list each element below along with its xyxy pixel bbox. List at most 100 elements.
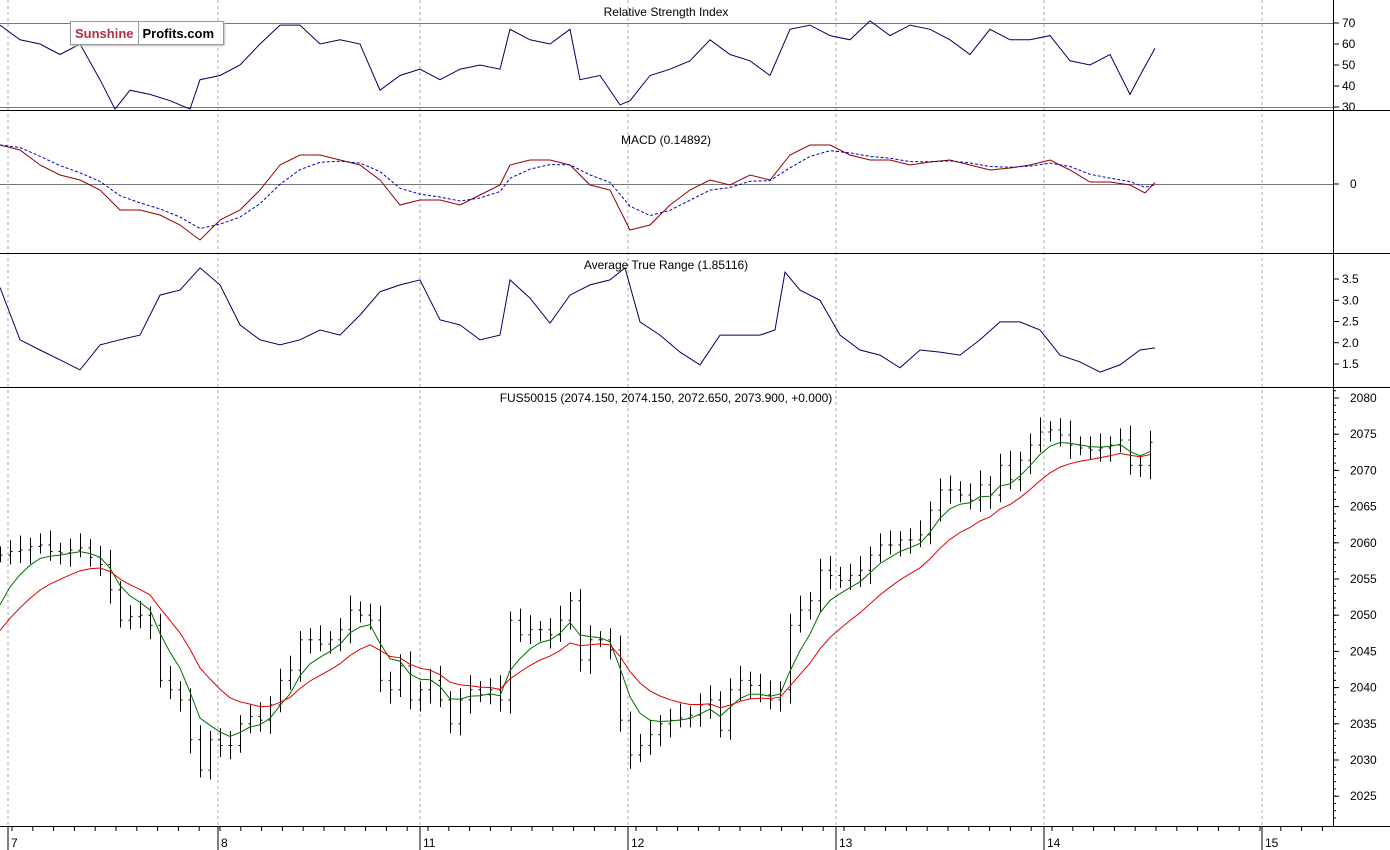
price-bar: [888, 530, 893, 555]
price-tick-label: 2055: [1350, 572, 1377, 586]
price-bar: [908, 528, 913, 554]
price-tick-label: 2075: [1350, 427, 1377, 441]
price-bar: [698, 693, 703, 727]
price-bar: [628, 711, 633, 769]
price-bar: [178, 681, 183, 712]
price-bar: [0, 546, 3, 563]
macd-signal-line: [0, 144, 1156, 230]
macd-title: MACD (0.14892): [621, 133, 711, 147]
price-bar: [458, 688, 463, 736]
price-bar: [998, 453, 1003, 503]
price-tick-label: 2060: [1350, 536, 1377, 550]
price-tick-label: 2030: [1350, 753, 1377, 767]
price-bar: [678, 703, 683, 728]
price-bar: [828, 555, 833, 590]
price-bar: [1088, 436, 1093, 460]
price-bar: [528, 615, 533, 645]
price-tick-label: 2050: [1350, 608, 1377, 622]
price-bar: [348, 595, 353, 644]
price-bar: [358, 601, 363, 623]
rsi-tick-label: 30: [1342, 100, 1356, 114]
price-tick-label: 2080: [1350, 391, 1377, 405]
price-bar: [808, 592, 813, 620]
price-bar: [928, 501, 933, 545]
price-bar: [1068, 420, 1073, 459]
price-bar: [1018, 451, 1023, 492]
price-bar: [738, 665, 743, 702]
atr-title: Average True Range (1.85116): [584, 258, 748, 272]
price-bar: [238, 715, 243, 753]
fast-moving-average: [0, 441, 1151, 738]
price-bar: [948, 475, 953, 504]
price-bar: [128, 605, 133, 630]
price-bar: [838, 566, 843, 588]
price-tick-label: 2025: [1350, 789, 1377, 803]
price-bar: [588, 625, 593, 674]
macd-panel: MACD (0.14892) 0: [0, 133, 1357, 241]
price-bar: [508, 611, 513, 714]
price-bar: [1028, 433, 1033, 475]
slow-moving-average: [0, 452, 1151, 709]
price-bar: [378, 605, 383, 692]
price-bar: [38, 533, 43, 554]
price-title: FUS50015 (2074.150, 2074.150, 2072.650, …: [500, 391, 833, 405]
logo-part-2: Profits.com: [142, 25, 215, 41]
price-bar: [978, 470, 983, 512]
price-bar: [898, 531, 903, 557]
price-bar: [638, 733, 643, 763]
price-bar: [98, 545, 103, 577]
sunshine-profits-logo: Sunshine Profits.com: [70, 21, 225, 45]
price-bar: [1048, 421, 1053, 442]
price-bar: [518, 608, 523, 642]
price-tick-label: 2035: [1350, 717, 1377, 731]
atr-panel: Average True Range (1.85116) 1.5 2.0 2.5 3.0…: [0, 258, 1359, 373]
price-bar: [748, 671, 753, 700]
price-bar: [668, 708, 673, 738]
price-bar: [578, 589, 583, 672]
price-bar: [318, 625, 323, 652]
price-bar: [28, 537, 33, 564]
price-bar: [618, 635, 623, 732]
price-bar: [958, 481, 963, 503]
price-bar: [418, 681, 423, 712]
price-bar: [158, 613, 163, 688]
x-tick-label: 13: [839, 836, 853, 850]
rsi-tick-label: 50: [1342, 58, 1356, 72]
price-bar: [8, 539, 13, 565]
price-bar: [168, 665, 173, 700]
price-bar: [938, 478, 943, 522]
price-bar: [818, 558, 823, 613]
x-tick-label: 7: [11, 836, 18, 850]
price-bar: [1108, 436, 1113, 462]
rsi-tick-label: 40: [1342, 79, 1356, 93]
price-bar: [708, 685, 713, 719]
price-bar: [988, 476, 993, 509]
x-tick-label: 11: [423, 836, 436, 850]
price-bar: [288, 655, 293, 690]
price-bar: [548, 618, 553, 649]
price-bar: [768, 680, 773, 710]
stock-chart: Relative Strength Index3040506070MACD (0…: [0, 0, 1390, 850]
macd-tick-label: 0: [1350, 177, 1357, 191]
atr-tick-label: 2.5: [1342, 315, 1359, 329]
atr-line: [0, 267, 1156, 373]
rsi-tick-label: 60: [1342, 37, 1356, 51]
price-bar: [488, 678, 493, 705]
price-bar: [1038, 417, 1043, 453]
rsi-title: Relative Strength Index: [604, 5, 729, 19]
price-bar: [558, 605, 563, 642]
x-tick-label: 8: [221, 836, 228, 850]
price-tick-label: 2045: [1350, 644, 1377, 658]
price-bar: [648, 720, 653, 755]
atr-tick-label: 2.0: [1342, 336, 1359, 350]
price-bar: [388, 671, 393, 704]
macd-line: [0, 144, 1156, 241]
price-bar: [538, 620, 543, 642]
price-tick-label: 2070: [1350, 463, 1377, 477]
price-bar: [108, 550, 113, 604]
price-bar: [138, 600, 143, 629]
price-bar: [1138, 456, 1143, 477]
price-bar: [878, 533, 883, 563]
price-tick-label: 2065: [1350, 500, 1377, 514]
price-bar: [208, 731, 213, 780]
